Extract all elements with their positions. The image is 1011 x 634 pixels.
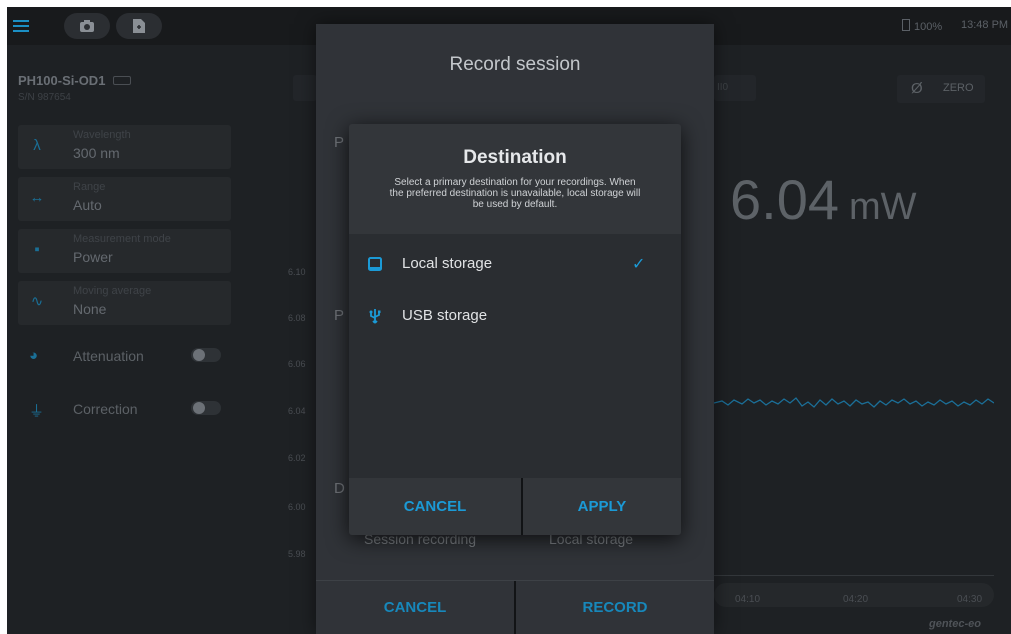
battery-icon	[902, 19, 910, 31]
range-value: Auto	[73, 197, 102, 213]
correction-icon: ⏚	[29, 403, 45, 420]
y-tick: 6.00	[288, 502, 306, 512]
clock: 13:48 PM	[961, 19, 1009, 31]
moving-average-label: Moving average	[73, 285, 152, 297]
option-label: Local storage	[402, 255, 493, 272]
record-dialog-title: Record session	[449, 54, 581, 75]
reading-unit: mW	[849, 186, 917, 228]
option-usb-storage[interactable]: USB storage	[349, 294, 681, 344]
connection-icon	[113, 76, 132, 85]
screenshot-button[interactable]	[64, 13, 110, 39]
attenuation-toggle[interactable]	[191, 348, 221, 362]
destination-footer: CANCEL APPLY	[349, 478, 681, 535]
tablet-icon	[368, 257, 382, 271]
wave-icon: ∿	[30, 293, 44, 310]
record-button[interactable]: RECORD	[516, 581, 714, 634]
device-name: PH100-Si-OD1	[18, 73, 132, 88]
export-button[interactable]	[116, 13, 162, 39]
check-icon: ✓	[632, 256, 646, 273]
destination-dialog: Destination Select a primary destination…	[349, 124, 681, 535]
wavelength-value: 300 nm	[73, 145, 120, 161]
apply-button[interactable]: APPLY	[523, 478, 681, 535]
measurement-mode-value: Power	[73, 249, 113, 265]
zero-icon: Ø	[911, 80, 923, 97]
x-tick: 04:30	[957, 594, 983, 605]
main-tab-left[interactable]	[293, 75, 317, 101]
y-tick: 6.02	[288, 453, 306, 463]
reading-value: 6.04	[730, 168, 839, 231]
destination-title: Destination	[463, 147, 567, 168]
file-export-icon	[133, 19, 145, 33]
measurement-mode-card[interactable]: ▪ Measurement mode Power	[18, 229, 231, 273]
wavelength-label: Wavelength	[73, 129, 131, 141]
brand-logo: gentec-eo	[929, 618, 981, 630]
record-section-label: P	[334, 134, 345, 151]
range-card[interactable]: ↔ Range Auto	[18, 177, 231, 221]
battery-status: 100%	[902, 19, 942, 33]
record-section-label: P	[334, 307, 345, 324]
destination-header: Destination Select a primary destination…	[349, 124, 681, 234]
battery-level: 100%	[914, 21, 943, 33]
range-label: Range	[73, 181, 106, 193]
destination-cancel-button[interactable]: CANCEL	[349, 478, 521, 535]
attenuation-icon: ◕	[29, 347, 39, 364]
correction-label: Correction	[73, 401, 138, 417]
x-axis	[714, 575, 994, 576]
y-tick: 6.10	[288, 267, 306, 277]
attenuation-row: ◕ Attenuation	[18, 341, 231, 371]
destination-description: Select a primary destination for your re…	[389, 177, 641, 210]
record-dialog-footer: CANCEL RECORD	[316, 580, 714, 634]
app-screen: 100% 13:48 PM PH100-Si-OD1 S/N 987654 λ …	[7, 7, 1011, 634]
record-cancel-button[interactable]: CANCEL	[316, 581, 514, 634]
power-trace	[714, 397, 994, 408]
measurement-mode-label: Measurement mode	[73, 233, 171, 245]
option-label: USB storage	[402, 307, 488, 324]
attenuation-label: Attenuation	[73, 348, 144, 364]
record-section-label: D	[334, 480, 345, 497]
power-reading: 6.04 mW	[730, 167, 917, 232]
camera-icon	[80, 20, 94, 32]
y-tick: 6.06	[288, 359, 306, 369]
correction-toggle[interactable]	[191, 401, 221, 415]
correction-row: ⏚ Correction	[18, 394, 231, 424]
device-serial: S/N 987654	[18, 92, 71, 103]
option-local-storage[interactable]: Local storage ✓	[349, 242, 681, 292]
moving-average-value: None	[73, 301, 107, 317]
menu-icon[interactable]	[13, 17, 29, 35]
grid-icon: ▪	[34, 241, 40, 258]
y-tick: 6.04	[288, 406, 306, 416]
usb-icon	[369, 309, 381, 324]
lambda-icon: λ	[33, 137, 41, 154]
zero-button[interactable]: Ø ZERO	[897, 75, 985, 103]
y-tick: 6.08	[288, 313, 306, 323]
moving-average-card[interactable]: ∿ Moving average None	[18, 281, 231, 325]
range-icon: ↔	[29, 189, 45, 206]
wavelength-card[interactable]: λ Wavelength 300 nm	[18, 125, 231, 169]
device-name-text: PH100-Si-OD1	[18, 73, 106, 88]
x-tick: 04:10	[735, 594, 761, 605]
zero-label: ZERO	[943, 82, 974, 94]
y-tick: 5.98	[288, 549, 306, 559]
x-tick: 04:20	[843, 594, 869, 605]
main-tab-right[interactable]: II0	[714, 75, 756, 101]
